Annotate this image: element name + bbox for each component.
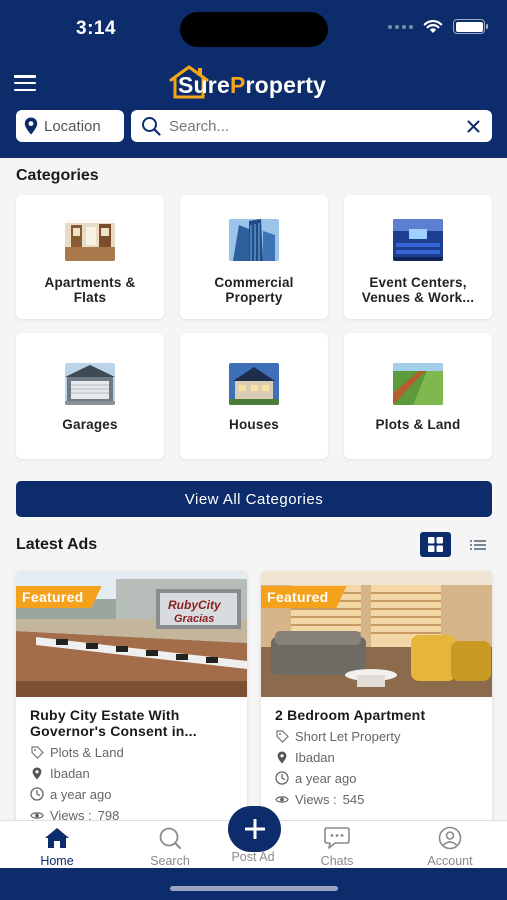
category-label: Houses	[229, 417, 279, 432]
category-card-event-centers[interactable]: Event Centers, Venues & Work...	[344, 195, 492, 319]
signal-icon	[388, 24, 413, 29]
category-card-garages[interactable]: Garages	[16, 333, 164, 459]
clock-icon	[30, 787, 44, 801]
ad-location-row: Ibadan	[30, 765, 233, 781]
category-label: Apartments & Flats	[44, 275, 136, 305]
clear-search-icon[interactable]	[467, 120, 480, 133]
grid-icon	[428, 537, 443, 552]
main-content: Categories Apartments & Flats Commercial…	[0, 158, 507, 820]
search-icon	[159, 827, 181, 849]
eye-icon	[275, 795, 289, 803]
ad-location: Ibadan	[295, 749, 335, 765]
tag-icon	[30, 745, 44, 759]
app-logo: SureProperty	[168, 64, 326, 100]
nav-label: Account	[427, 854, 473, 868]
location-pin-icon	[32, 767, 42, 779]
dynamic-island	[180, 12, 328, 47]
ad-category: Short Let Property	[295, 728, 401, 744]
category-card-houses[interactable]: Houses	[180, 333, 328, 459]
featured-badge: Featured	[16, 586, 102, 608]
ad-time: a year ago	[50, 786, 112, 802]
latest-ads-title: Latest Ads	[16, 536, 98, 553]
sign-text-1: RubyCity	[168, 598, 222, 612]
nav-home[interactable]: Home	[17, 825, 97, 868]
ad-image: Featured	[261, 571, 492, 697]
category-label: Event Centers, Venues & Work...	[361, 275, 475, 305]
ad-card[interactable]: Featured 2 Bedroom Apartment Short Let P…	[261, 571, 492, 820]
list-icon	[470, 539, 486, 550]
app-header: 3:14 SureProperty Location	[0, 0, 507, 158]
ad-image: RubyCity Gracias Featured	[16, 571, 247, 697]
category-card-apartments[interactable]: Apartments & Flats	[16, 195, 164, 319]
logo-prefix: Sure	[178, 72, 230, 98]
post-ad-label: Post Ad	[231, 850, 275, 864]
ad-category-row: Plots & Land	[30, 744, 233, 760]
wifi-icon	[423, 20, 443, 33]
ad-views-row: Views : 545	[275, 791, 478, 807]
ad-views-count: 545	[342, 791, 365, 807]
ad-views-label: Views :	[50, 807, 92, 821]
category-card-commercial[interactable]: Commercial Property	[180, 195, 328, 319]
search-bar[interactable]	[131, 110, 492, 142]
location-button[interactable]: Location	[16, 110, 124, 142]
view-all-categories-button[interactable]: View All Categories	[16, 481, 492, 517]
location-pin-icon	[277, 751, 287, 763]
ad-category: Plots & Land	[50, 744, 124, 760]
ad-card[interactable]: RubyCity Gracias Featured Ruby City Esta…	[16, 571, 247, 820]
nav-label: Chats	[320, 854, 354, 868]
status-time: 3:14	[76, 18, 117, 39]
category-label: Commercial Property	[214, 275, 294, 305]
ad-time-row: a year ago	[30, 786, 233, 802]
search-input[interactable]	[169, 117, 467, 135]
event-center-photo	[393, 219, 443, 261]
land-photo	[393, 363, 443, 405]
grid-view-toggle[interactable]	[420, 532, 451, 557]
post-ad-button[interactable]	[228, 806, 281, 852]
home-icon	[45, 828, 69, 848]
ad-views-label: Views :	[295, 791, 337, 807]
ad-time-row: a year ago	[275, 770, 478, 786]
featured-badge: Featured	[261, 586, 347, 608]
location-pin-icon	[24, 117, 38, 135]
location-label: Location	[44, 117, 101, 135]
ad-time: a year ago	[295, 770, 357, 786]
nav-search[interactable]: Search	[130, 825, 210, 868]
ad-location-row: Ibadan	[275, 749, 478, 765]
tag-icon	[275, 729, 289, 743]
garage-photo	[65, 363, 115, 405]
nav-label: Search	[150, 854, 190, 868]
sign-text-2: Gracias	[174, 613, 214, 625]
category-card-plots[interactable]: Plots & Land	[344, 333, 492, 459]
category-label: Plots & Land	[375, 417, 461, 432]
commercial-photo	[229, 219, 279, 261]
search-icon	[142, 117, 161, 136]
logo-suffix: roperty	[245, 72, 327, 98]
nav-account[interactable]: Account	[410, 825, 490, 868]
ad-views-count: 798	[97, 807, 120, 821]
clock-icon	[275, 771, 289, 785]
status-icons	[388, 19, 488, 34]
home-indicator	[170, 886, 338, 891]
ad-location: Ibadan	[50, 765, 90, 781]
categories-title: Categories	[16, 167, 99, 184]
account-icon	[438, 826, 462, 850]
battery-icon	[453, 19, 488, 34]
apartment-photo	[65, 219, 115, 261]
category-label: Garages	[62, 417, 118, 432]
nav-label: Home	[40, 854, 74, 868]
menu-icon[interactable]	[14, 75, 36, 91]
plus-icon	[244, 819, 265, 839]
eye-icon	[30, 811, 44, 819]
ad-views-row: Views : 798	[30, 807, 233, 820]
logo-accent: P	[229, 72, 246, 98]
nav-chats[interactable]: Chats	[297, 825, 377, 868]
ad-title: Ruby City Estate With Governor's Consent…	[30, 707, 197, 739]
ad-title: 2 Bedroom Apartment	[275, 707, 426, 723]
list-view-toggle[interactable]	[464, 532, 492, 557]
ad-category-row: Short Let Property	[275, 728, 478, 744]
house-photo	[229, 363, 279, 405]
chat-icon	[324, 827, 350, 849]
